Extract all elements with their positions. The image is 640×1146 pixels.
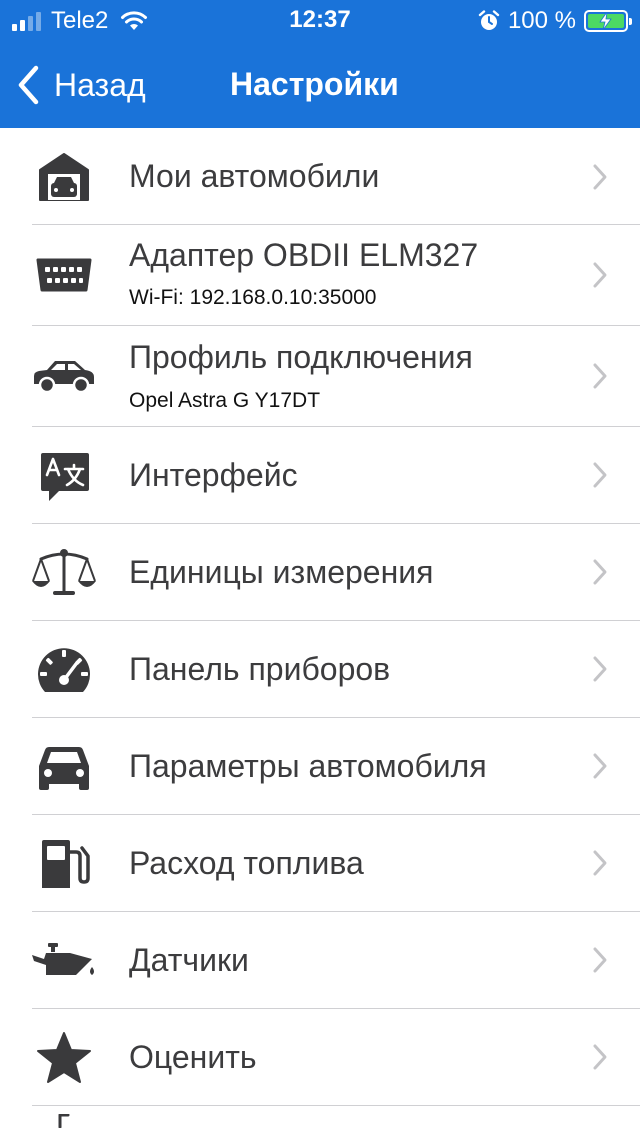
back-button[interactable]: Назад (16, 62, 146, 108)
chevron-right-icon (593, 164, 607, 190)
settings-item-connection-profile[interactable]: Профиль подключения Opel Astra G Y17DT (0, 326, 640, 427)
chevron-left-icon (18, 65, 39, 105)
battery-charging-icon (584, 10, 632, 32)
chevron-right-icon (593, 753, 607, 779)
chevron-right-icon (593, 559, 607, 585)
obd-connector-icon (30, 243, 98, 307)
settings-list: Мои автомобили Адаптер OBDII ELM327 Wi-F… (0, 128, 640, 1146)
battery-percent: 100 % (507, 7, 576, 34)
car-front-icon (30, 735, 98, 799)
partial-icon (30, 1114, 98, 1144)
chevron-right-icon (593, 947, 607, 973)
chevron-right-icon (593, 1044, 607, 1070)
settings-item-title: Панель приборов (129, 651, 391, 687)
status-bar: Tele2 12:37 100 % (0, 0, 640, 44)
settings-item-fuel[interactable]: Расход топлива (0, 815, 640, 912)
translate-icon (30, 444, 98, 508)
garage-car-icon (30, 145, 98, 209)
chevron-right-icon (593, 850, 607, 876)
settings-item-subtitle: Wi-Fi: 192.168.0.10:35000 (129, 286, 377, 309)
settings-item-title: Параметры автомобиля (129, 748, 487, 784)
settings-item-subtitle: Opel Astra G Y17DT (129, 389, 321, 412)
car-side-icon (30, 344, 98, 408)
star-icon (30, 1026, 98, 1090)
chevron-right-icon (593, 262, 607, 288)
settings-item-dashboard[interactable]: Панель приборов (0, 621, 640, 718)
alarm-icon (478, 10, 500, 30)
oil-can-icon (30, 929, 98, 993)
settings-item-title: Адаптер OBDII ELM327 (129, 237, 479, 273)
settings-item-my-cars[interactable]: Мои автомобили (0, 128, 640, 225)
back-label: Назад (54, 66, 146, 103)
navigation-bar: Назад Настройки (0, 44, 640, 128)
app-header: Tele2 12:37 100 % Назад Настройки (0, 0, 640, 128)
settings-item-interface[interactable]: Интерфейс (0, 427, 640, 524)
settings-item-partial[interactable] (0, 1106, 640, 1146)
scales-icon (30, 541, 98, 605)
settings-item-rate[interactable]: Оценить (0, 1009, 640, 1106)
settings-item-title: Оценить (129, 1039, 257, 1075)
chevron-right-icon (593, 363, 607, 389)
fuel-pump-icon (30, 832, 98, 896)
chevron-right-icon (593, 656, 607, 682)
settings-item-units[interactable]: Единицы измерения (0, 524, 640, 621)
settings-item-car-params[interactable]: Параметры автомобиля (0, 718, 640, 815)
chevron-right-icon (593, 462, 607, 488)
settings-item-title: Мои автомобили (129, 158, 380, 194)
speedometer-icon (30, 638, 98, 702)
settings-item-title: Интерфейс (129, 457, 298, 493)
settings-item-title: Профиль подключения (129, 339, 473, 375)
settings-item-title: Датчики (129, 942, 249, 978)
page-title: Настройки (230, 66, 399, 102)
settings-item-title: Единицы измерения (129, 554, 434, 590)
settings-item-title: Расход топлива (129, 845, 364, 881)
settings-item-adapter[interactable]: Адаптер OBDII ELM327 Wi-Fi: 192.168.0.10… (0, 225, 640, 326)
settings-item-sensors[interactable]: Датчики (0, 912, 640, 1009)
status-right: 100 % (478, 6, 632, 36)
